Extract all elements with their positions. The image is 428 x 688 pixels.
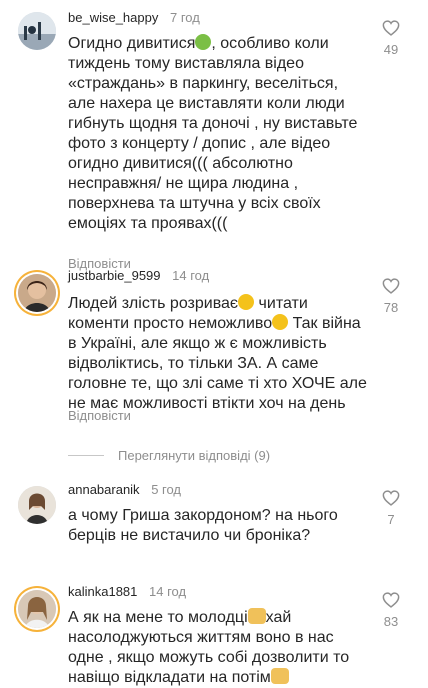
raised-hands-emoji-icon	[247, 608, 266, 624]
like-button[interactable]: 78	[376, 278, 406, 315]
comment-line: відволіктись, то тільки ЗА. А саме	[68, 355, 319, 372]
comment-line: в Україні, але якщо ж є можливість	[68, 335, 327, 352]
heart-outline-icon	[382, 490, 400, 506]
comment-line: коменти просто неможливо	[68, 315, 273, 332]
comment-line: берців не вистачило чи броніка?	[68, 527, 311, 544]
heart-outline-icon	[382, 278, 400, 294]
username[interactable]: justbarbie_9599	[68, 268, 161, 283]
view-replies-button[interactable]: Переглянути відповіді (9)	[68, 448, 270, 463]
comment-line: огидно дивитися((( абсолютно	[68, 155, 293, 172]
avatar-image	[18, 590, 56, 628]
like-button[interactable]: 83	[376, 592, 406, 629]
comment-line: , особливо коли	[211, 35, 329, 52]
avatar[interactable]	[18, 486, 56, 524]
comment-line: навіщо відкладати на потім	[68, 669, 271, 686]
heart-outline-icon	[382, 592, 400, 608]
username[interactable]: be_wise_happy	[68, 10, 158, 25]
comment-line: поверхнева та штучна у всіх своїх	[68, 195, 321, 212]
comment-text: А як на мене то молодці хай насолоджуютьс…	[68, 608, 378, 688]
comment-meta: be_wise_happy 7 год	[68, 10, 200, 25]
timestamp: 14 год	[149, 584, 187, 599]
view-replies-label: Переглянути відповіді (9)	[118, 448, 271, 463]
comment-line: несправжня/ не щира людина ,	[68, 175, 299, 192]
username[interactable]: kalinka1881	[68, 584, 137, 599]
comment-meta: kalinka1881 14 год	[68, 584, 186, 599]
comment-line: емоціях та проявах(((	[68, 215, 228, 232]
comment-line: одне , якщо можуть собі дозволити то	[68, 649, 350, 666]
comment-text: Огидно дивитися , особливо коли тиждень т…	[68, 34, 378, 234]
comment-text: а чому Гриша закордоном? на нього берців…	[68, 506, 378, 546]
avatar[interactable]	[18, 590, 56, 628]
comment-meta: justbarbie_9599 14 год	[68, 268, 209, 283]
reply-button[interactable]: Відповісти	[68, 408, 131, 423]
comment-line: а чому Гриша закордоном? на нього	[68, 507, 338, 524]
timestamp: 5 год	[151, 482, 182, 497]
face-emoji-icon	[238, 294, 255, 310]
comment-line: головне те, що злі саме ті хто ХОЧЕ але	[68, 375, 367, 392]
comment-line: гибнуть щодня та доночі , ну виставьте	[68, 115, 358, 132]
comment-line: насолоджуються життям воно в нас	[68, 629, 334, 646]
like-count: 78	[383, 300, 399, 315]
comment-line: тиждень тому виставляла відео	[68, 55, 304, 72]
ok-hand-emoji-icon	[270, 668, 289, 684]
divider	[68, 455, 104, 456]
like-button[interactable]: 7	[376, 490, 406, 527]
comment-line: А як на мене то молодці	[68, 609, 248, 626]
comment-text: Людей злість розриває читати коменти про…	[68, 294, 378, 414]
avatar[interactable]	[18, 274, 56, 312]
comment-line: Огидно дивитися	[68, 35, 196, 52]
heart-outline-icon	[382, 20, 400, 36]
username[interactable]: annabaranik	[68, 482, 140, 497]
face-emoji-icon	[272, 314, 289, 330]
comment-line: читати	[254, 295, 308, 312]
timestamp: 7 год	[169, 10, 200, 25]
comment-line: Так війна	[288, 315, 361, 332]
comment-line: хай	[265, 609, 292, 626]
avatar-image	[18, 486, 56, 524]
avatar-image	[18, 12, 56, 50]
comment-line: «страждань» в паркингу, веселіться,	[68, 75, 339, 92]
comment-meta: annabaranik 5 год	[68, 482, 181, 497]
avatar[interactable]	[18, 12, 56, 50]
nauseated-face-emoji-icon	[195, 34, 212, 50]
timestamp: 14 год	[172, 268, 210, 283]
comment-line: Людей злість розриває	[68, 295, 239, 312]
comment-line: фото з концерту / допис , але відео	[68, 135, 331, 152]
comment-line: але нахера це виставляти коли люди	[68, 95, 345, 112]
like-button[interactable]: 49	[376, 20, 406, 57]
like-count: 83	[383, 614, 399, 629]
like-count: 49	[383, 42, 399, 57]
like-count: 7	[387, 512, 395, 527]
avatar-image	[18, 274, 56, 312]
